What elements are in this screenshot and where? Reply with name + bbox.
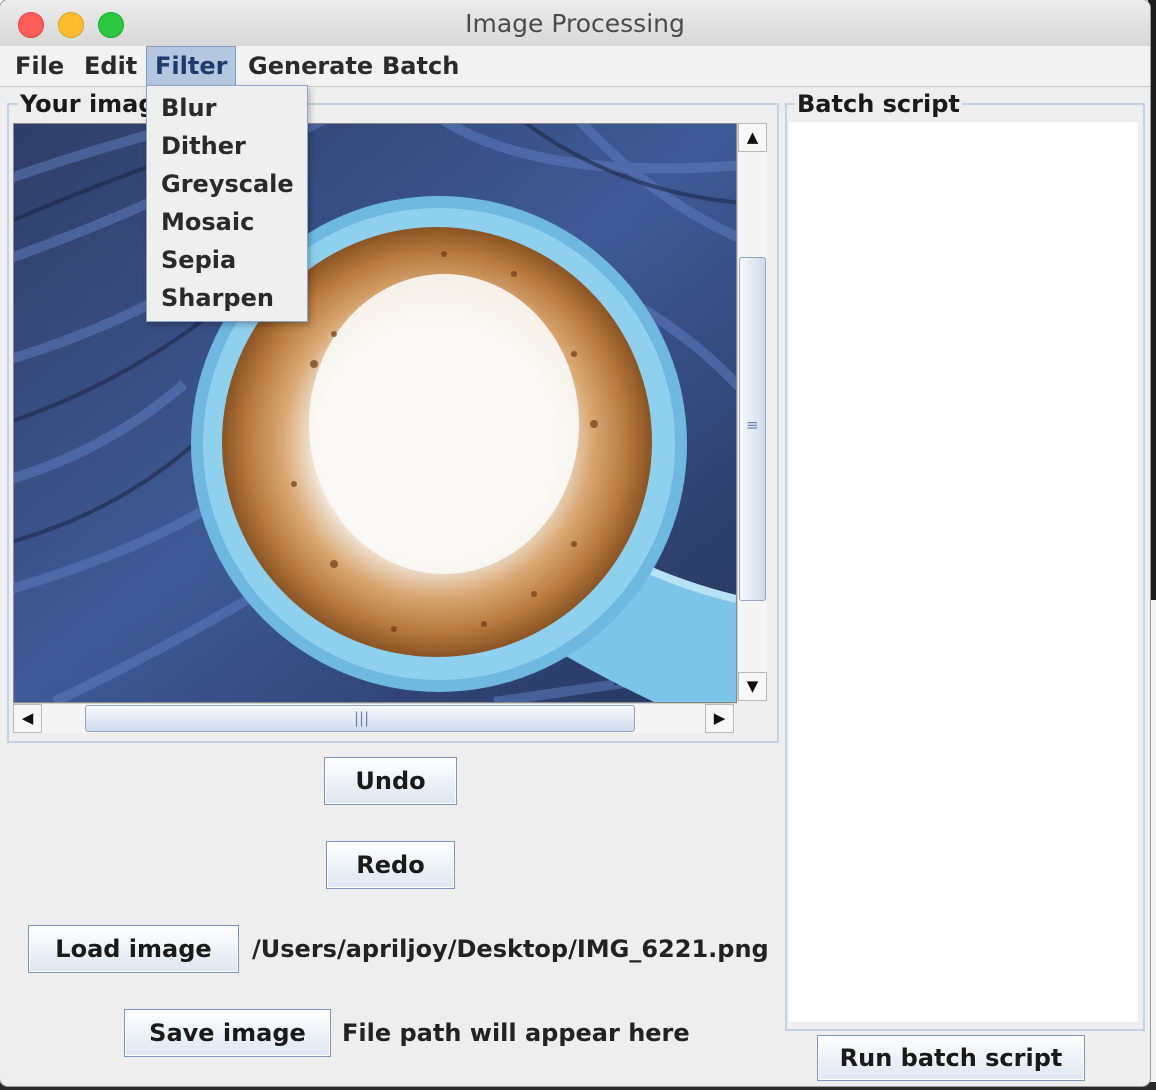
- scroll-down-arrow-icon[interactable]: ▼: [738, 672, 767, 701]
- scroll-grip-icon: ≡: [746, 416, 759, 434]
- coffee-cup-image: [14, 124, 736, 702]
- menu-file[interactable]: File: [7, 46, 72, 86]
- filter-option-sepia[interactable]: Sepia: [161, 246, 236, 274]
- menu-batch[interactable]: Batch: [374, 46, 467, 86]
- app-window: Image Processing File Edit Filter Genera…: [0, 0, 1150, 1086]
- filter-option-sharpen[interactable]: Sharpen: [161, 284, 274, 312]
- scroll-right-arrow-icon[interactable]: ▶: [705, 704, 734, 733]
- scroll-up-arrow-icon[interactable]: ▲: [738, 123, 767, 152]
- menu-edit[interactable]: Edit: [76, 46, 145, 86]
- image-viewport[interactable]: [13, 123, 737, 703]
- menu-bar: File Edit Filter Generate Batch: [0, 46, 1150, 87]
- menu-generate[interactable]: Generate: [240, 46, 381, 86]
- filter-option-blur[interactable]: Blur: [161, 94, 216, 122]
- save-file-path: File path will appear here: [342, 1019, 690, 1047]
- scroll-corner: [737, 703, 766, 732]
- horizontal-scroll-thumb[interactable]: |||: [85, 705, 635, 732]
- load-image-button[interactable]: Load image: [28, 925, 239, 973]
- title-bar[interactable]: Image Processing: [0, 0, 1150, 47]
- horizontal-scrollbar[interactable]: ◀ ||| ▶: [13, 703, 735, 733]
- menu-filter[interactable]: Filter: [146, 46, 237, 86]
- batch-script-textarea[interactable]: [789, 122, 1138, 1022]
- filter-option-mosaic[interactable]: Mosaic: [161, 208, 254, 236]
- batch-panel-title: Batch script: [795, 90, 962, 118]
- vertical-scroll-thumb[interactable]: ≡: [739, 257, 766, 601]
- run-batch-script-button[interactable]: Run batch script: [817, 1035, 1085, 1081]
- loaded-file-path: /Users/apriljoy/Desktop/IMG_6221.png: [252, 935, 769, 963]
- vertical-scrollbar[interactable]: ▲ ≡ ▼: [737, 123, 767, 701]
- filter-dropdown-menu: Blur Dither Greyscale Mosaic Sepia Sharp…: [146, 85, 308, 322]
- scroll-left-arrow-icon[interactable]: ◀: [13, 704, 42, 733]
- undo-button[interactable]: Undo: [324, 757, 457, 805]
- redo-button[interactable]: Redo: [326, 841, 455, 889]
- save-image-button[interactable]: Save image: [124, 1009, 331, 1057]
- window-title: Image Processing: [465, 9, 685, 38]
- filter-option-dither[interactable]: Dither: [161, 132, 246, 160]
- filter-option-greyscale[interactable]: Greyscale: [161, 170, 294, 198]
- scroll-grip-icon: |||: [354, 709, 370, 727]
